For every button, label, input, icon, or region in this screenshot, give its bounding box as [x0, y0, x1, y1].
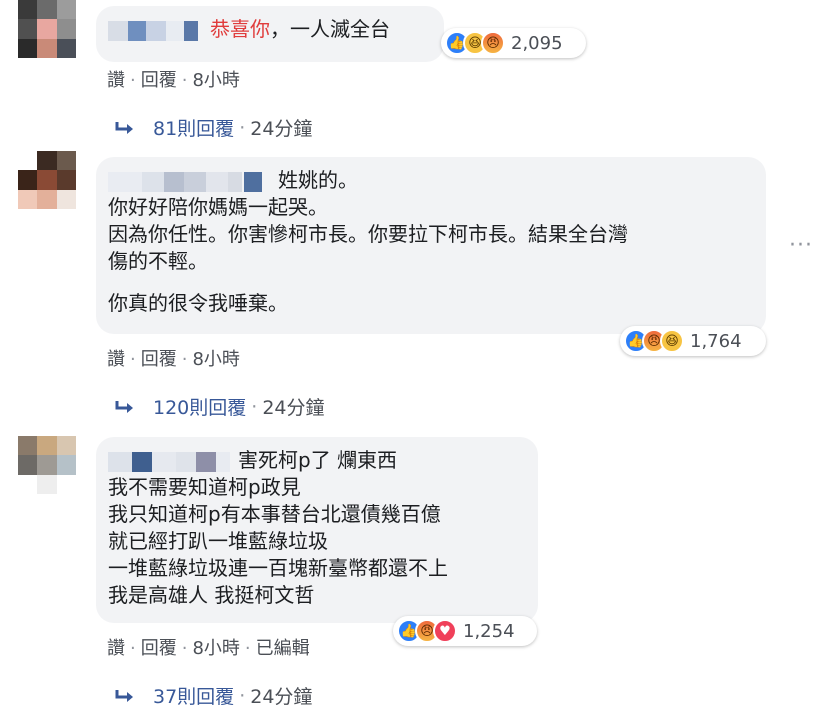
comment-text: 我是高雄人 我挺柯文哲 — [108, 583, 315, 607]
comment-text: 傷的不輕。 — [108, 249, 208, 273]
reply-link[interactable]: 回覆 — [141, 638, 177, 659]
love-reaction-icon: ♥ — [433, 619, 457, 643]
comment-actions: 讚 · 回覆 · 8小時 — [107, 349, 240, 370]
comment-actions: 讚 · 回覆 · 8小時 · 已編輯 — [107, 638, 310, 659]
like-link[interactable]: 讚 — [107, 70, 125, 91]
reply-count[interactable]: 37則回覆 — [153, 682, 234, 709]
timestamp[interactable]: 8小時 — [192, 349, 239, 370]
reply-time: 24分鐘 — [250, 118, 313, 140]
haha-reaction-icon: 😆 — [660, 329, 684, 353]
edited-label[interactable]: 已編輯 — [256, 638, 310, 659]
view-replies[interactable]: 81則回覆 · 24分鐘 — [115, 114, 312, 141]
reply-time: 24分鐘 — [250, 686, 313, 708]
comment-bubble: 恭喜你，一人滅全台 — [96, 6, 444, 62]
angry-reaction-icon: 😠 — [481, 31, 505, 55]
reply-link[interactable]: 回覆 — [141, 70, 177, 91]
comment-text: 一堆藍綠垃圾連一百塊新臺幣都還不上 — [108, 556, 448, 580]
comment-text: 你真的很令我唾棄。 — [108, 291, 288, 315]
comment-text: 姓姚的。 — [278, 168, 358, 192]
author-name[interactable] — [108, 171, 272, 192]
comment-text: 就已經打趴一堆藍綠垃圾 — [108, 529, 328, 553]
reply-arrow-icon — [115, 121, 133, 134]
reply-time: 24分鐘 — [262, 397, 325, 419]
avatar[interactable] — [18, 436, 76, 494]
comment-text: 因為你任性。你害慘柯市長。你要拉下柯市長。結果全台灣 — [108, 222, 628, 246]
reply-arrow-icon — [115, 689, 133, 702]
reaction-count: 2,095 — [511, 32, 563, 54]
comment-bubble: 姓姚的。 你好好陪你媽媽一起哭。 因為你任性。你害慘柯市長。你要拉下柯市長。結果… — [96, 157, 766, 334]
comment-text: 我只知道柯p有本事替台北還債幾百億 — [108, 502, 441, 526]
timestamp[interactable]: 8小時 — [192, 70, 239, 91]
view-replies[interactable]: 120則回覆 · 24分鐘 — [115, 393, 325, 420]
more-options-icon[interactable]: ··· — [789, 235, 817, 257]
reaction-summary[interactable]: 👍 😆 😠 2,095 — [441, 28, 586, 58]
reaction-summary[interactable]: 👍 😠 ♥ 1,254 — [393, 616, 537, 646]
avatar[interactable] — [18, 151, 76, 209]
reaction-count: 1,764 — [690, 330, 742, 352]
comment-text: 恭喜你，一人滅全台 — [108, 16, 432, 43]
reply-link[interactable]: 回覆 — [141, 349, 177, 370]
reaction-count: 1,254 — [463, 620, 515, 642]
author-name[interactable] — [108, 451, 232, 472]
like-link[interactable]: 讚 — [107, 349, 125, 370]
reply-count[interactable]: 81則回覆 — [153, 114, 234, 141]
like-link[interactable]: 讚 — [107, 638, 125, 659]
view-replies[interactable]: 37則回覆 · 24分鐘 — [115, 682, 312, 709]
reply-arrow-icon — [115, 400, 133, 413]
comment-text: 你好好陪你媽媽一起哭。 — [108, 195, 328, 219]
author-name[interactable] — [108, 20, 204, 41]
comment-actions: 讚 · 回覆 · 8小時 — [107, 70, 240, 91]
comment-bubble: 害死柯p了 爛東西 我不需要知道柯p政見 我只知道柯p有本事替台北還債幾百億 就… — [96, 437, 538, 623]
reaction-summary[interactable]: 👍 😠 😆 1,764 — [620, 326, 766, 356]
comment-text: 害死柯p了 爛東西 — [238, 448, 398, 472]
avatar[interactable] — [18, 0, 76, 58]
timestamp[interactable]: 8小時 — [192, 638, 239, 659]
comment-text: 我不需要知道柯p政見 — [108, 475, 301, 499]
reply-count[interactable]: 120則回覆 — [153, 393, 246, 420]
